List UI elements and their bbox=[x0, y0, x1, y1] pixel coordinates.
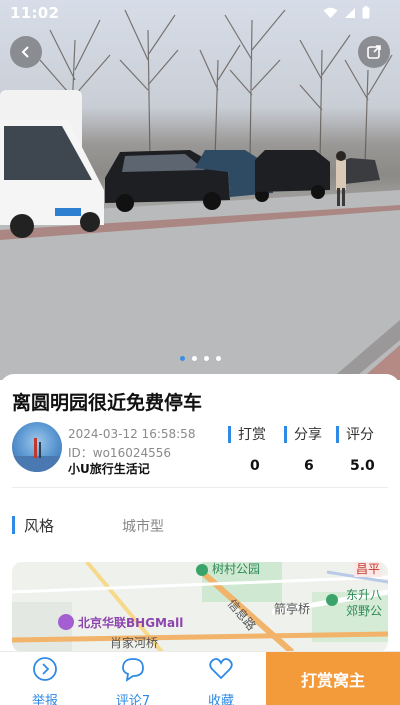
username[interactable]: 小U旅行生活记 bbox=[68, 460, 150, 477]
favorite-label: 收藏 bbox=[207, 694, 234, 705]
map-label: 箭亭桥 bbox=[274, 602, 311, 616]
avatar[interactable] bbox=[12, 422, 62, 472]
parking-lot-photo bbox=[0, 9, 400, 380]
stat-accent-bar bbox=[336, 426, 339, 443]
map-label: 郊野公 bbox=[346, 604, 383, 618]
hero-photo[interactable] bbox=[0, 0, 400, 380]
signal-icon bbox=[345, 7, 355, 18]
report-button[interactable]: 举报 bbox=[10, 654, 80, 705]
stat-value: 5.0 bbox=[350, 458, 375, 474]
report-icon bbox=[33, 657, 57, 681]
status-time: 11:02 bbox=[10, 4, 60, 22]
map-label: 树村公园 bbox=[212, 562, 261, 576]
stat-accent-bar bbox=[284, 426, 287, 443]
heart-icon bbox=[209, 658, 233, 680]
style-value: 城市型 bbox=[122, 519, 164, 535]
stat-label: 分享 bbox=[294, 427, 322, 443]
stat-value: 6 bbox=[304, 458, 314, 474]
location-map[interactable]: 树村公园 昌平 东升八 郊野公 北京华联BHGMall 箭亭桥 肖家河桥 信息路 bbox=[12, 562, 388, 652]
share-icon bbox=[367, 45, 381, 59]
user-id: ID：wo16024556 bbox=[68, 446, 172, 460]
map-label: 东升八 bbox=[346, 588, 383, 602]
avatar-image bbox=[12, 438, 62, 472]
status-bar: 11:02 bbox=[0, 0, 400, 28]
chevron-left-icon bbox=[21, 46, 29, 58]
bottom-action-bar: 举报 评论7 收藏 打赏窝主 bbox=[0, 651, 400, 705]
carousel-dot[interactable] bbox=[191, 356, 197, 361]
carousel-dot[interactable] bbox=[203, 356, 209, 361]
wifi-icon bbox=[323, 7, 338, 18]
battery-icon bbox=[362, 6, 370, 19]
comment-label: 评论7 bbox=[115, 694, 151, 705]
style-accent-bar bbox=[12, 516, 15, 534]
stat-label: 打赏 bbox=[238, 427, 266, 443]
comment-icon bbox=[122, 658, 144, 682]
back-button[interactable] bbox=[10, 36, 42, 68]
stat-label: 评分 bbox=[346, 427, 374, 443]
comment-button[interactable]: 评论7 bbox=[98, 654, 168, 705]
carousel-dot[interactable] bbox=[215, 356, 221, 361]
map-label: 北京华联BHGMall bbox=[78, 616, 184, 630]
report-label: 举报 bbox=[31, 694, 58, 705]
stat-value: 0 bbox=[250, 458, 260, 474]
spot-title: 离圆明园很近免费停车 bbox=[12, 392, 203, 414]
stat-accent-bar bbox=[228, 426, 231, 443]
status-icons bbox=[323, 6, 370, 19]
reward-owner-button[interactable]: 打赏窝主 bbox=[266, 652, 400, 705]
favorite-button[interactable]: 收藏 bbox=[186, 654, 256, 705]
carousel-indicators bbox=[0, 356, 400, 361]
divider bbox=[12, 487, 388, 488]
post-date: 2024-03-12 16:58:58 bbox=[68, 427, 196, 441]
share-button[interactable] bbox=[358, 36, 390, 68]
carousel-dot[interactable] bbox=[179, 356, 185, 361]
map-canvas bbox=[12, 562, 388, 652]
style-label: 风格 bbox=[24, 517, 55, 535]
map-label: 肖家河桥 bbox=[110, 636, 159, 650]
map-label: 昌平 bbox=[354, 562, 383, 577]
